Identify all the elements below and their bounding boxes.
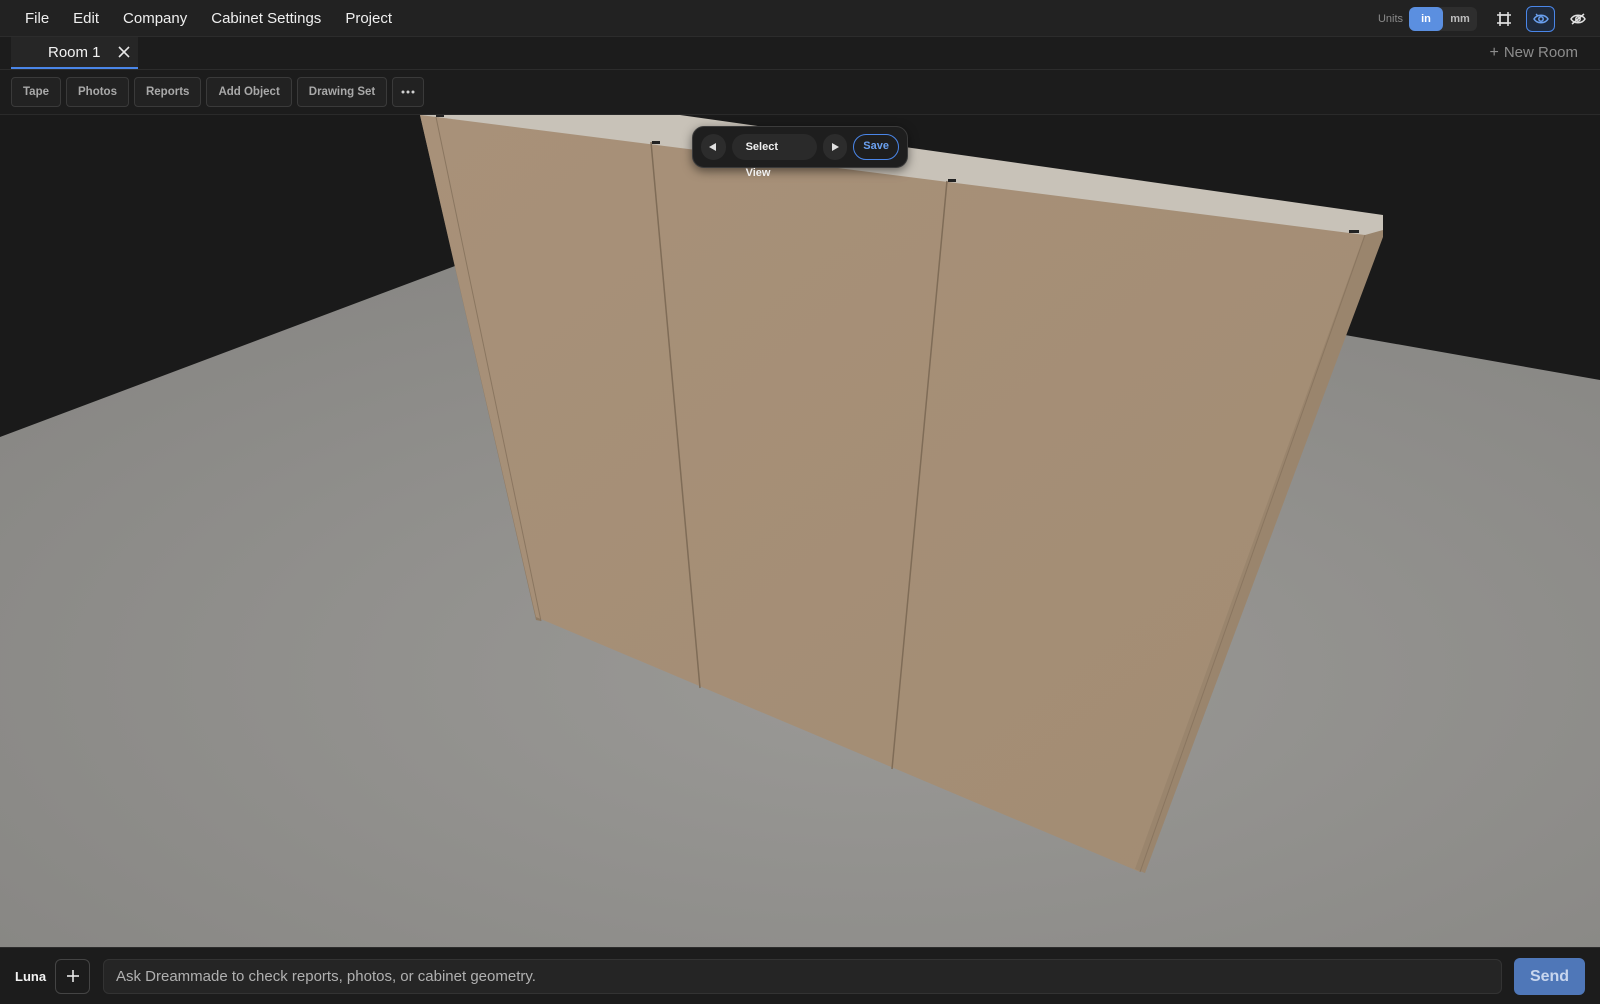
cabinet-marker-4 — [1349, 230, 1359, 233]
send-button[interactable]: Send — [1514, 958, 1585, 995]
more-horizontal-icon — [401, 90, 415, 94]
cabinet-marker-1 — [436, 115, 444, 117]
view-selector: Select View Save — [692, 126, 908, 179]
close-icon[interactable] — [115, 43, 133, 61]
plus-icon: + — [1489, 44, 1499, 61]
menu-project[interactable]: Project — [333, 0, 404, 37]
eye-icon — [1532, 13, 1549, 23]
3d-viewport[interactable]: Select View Save — [0, 115, 1600, 947]
triangle-right-icon — [831, 143, 839, 151]
tab-room-1[interactable]: Room 1 — [11, 37, 138, 69]
cabinet-marker-3 — [948, 179, 956, 182]
next-view-button[interactable] — [822, 134, 848, 160]
units-toggle: in mm — [1409, 6, 1477, 31]
assistant-name: Luna — [15, 968, 47, 984]
previous-view-button[interactable] — [701, 134, 726, 160]
units-controls: Units in mm — [1378, 0, 1600, 37]
select-view-button[interactable]: Select View — [731, 134, 817, 179]
photos-button[interactable]: Photos — [66, 77, 129, 107]
triangle-left-icon — [709, 143, 717, 151]
hide-visibility-button[interactable] — [1563, 6, 1592, 32]
room-tab-bar: Room 1 + New Room — [0, 37, 1600, 70]
new-room-button[interactable]: + New Room — [1489, 37, 1578, 69]
assistant-chat-bar: Luna Send — [0, 947, 1600, 1004]
show-visibility-button[interactable] — [1526, 5, 1555, 32]
drawing-set-button[interactable]: Drawing Set — [296, 77, 388, 107]
menu-cabinet-settings[interactable]: Cabinet Settings — [199, 0, 333, 37]
unit-millimeters-button[interactable]: mm — [1443, 7, 1477, 31]
frame-view-button[interactable] — [1489, 6, 1518, 32]
units-label: Units — [1377, 12, 1403, 25]
menu-file[interactable]: File — [13, 0, 61, 37]
plus-icon — [66, 970, 79, 982]
cabinet-marker-2 — [652, 141, 660, 144]
unit-inches-button[interactable]: in — [1409, 6, 1443, 31]
add-object-button[interactable]: Add Object — [206, 77, 292, 107]
more-options-button[interactable] — [392, 77, 425, 107]
scene-canvas[interactable] — [0, 115, 1600, 947]
menu-edit[interactable]: Edit — [61, 0, 111, 37]
menu-bar: File Edit Company Cabinet Settings Proje… — [0, 0, 1600, 37]
new-room-label: New Room — [1503, 44, 1578, 61]
frame-icon — [1496, 11, 1511, 26]
chat-input[interactable] — [103, 959, 1502, 994]
attach-button[interactable] — [55, 958, 90, 994]
menu-company[interactable]: Company — [111, 0, 199, 37]
reports-button[interactable]: Reports — [133, 77, 202, 107]
tab-room-label: Room 1 — [48, 43, 101, 61]
save-view-button[interactable]: Save — [853, 134, 899, 160]
tape-button[interactable]: Tape — [11, 77, 61, 107]
toolbar: Tape Photos Reports Add Object Drawing S… — [0, 70, 1600, 115]
eye-off-icon — [1569, 12, 1586, 25]
